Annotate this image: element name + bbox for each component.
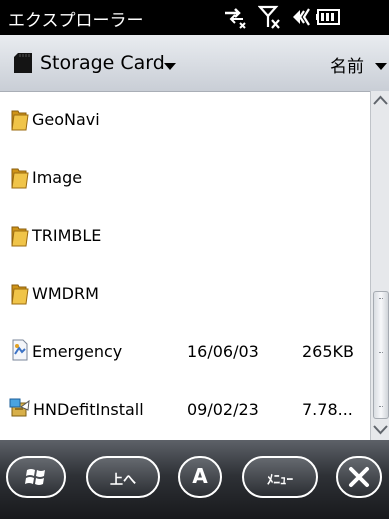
signal-off-icon <box>258 5 280 29</box>
file-list: GeoNavi Image TRIMBLE WMDRM Emergency 16… <box>0 91 370 440</box>
list-item[interactable]: TRIMBLE <box>0 207 370 265</box>
thumb-grip <box>379 406 383 408</box>
scroll-up-icon[interactable] <box>371 91 389 111</box>
file-date: 09/02/23 <box>187 400 259 419</box>
list-item[interactable]: HNDefitInstall 09/02/23 7.78... <box>0 381 370 439</box>
scroll-down-icon[interactable] <box>371 419 389 439</box>
sort-chevron-down-icon[interactable] <box>375 63 387 70</box>
location-dropdown[interactable]: Storage Card <box>40 52 165 74</box>
menu-button-label: ﾒﾆｭｰ <box>267 473 293 488</box>
menu-button[interactable]: ﾒﾆｭｰ <box>242 456 318 498</box>
folder-icon <box>11 284 29 305</box>
input-mode-button[interactable]: A <box>178 456 222 498</box>
folder-icon <box>11 226 29 247</box>
document-icon <box>12 339 28 361</box>
connectivity-icon <box>225 8 246 29</box>
soft-key-bar: 上へ A ﾒﾆｭｰ <box>0 440 389 519</box>
status-bar: エクスプローラー <box>0 0 389 35</box>
thumb-grip <box>379 298 383 300</box>
file-name: WMDRM <box>32 284 99 303</box>
file-size: 265KB <box>302 342 355 361</box>
list-item[interactable]: Emergency 16/06/03 265KB <box>0 323 370 381</box>
storage-card-icon <box>14 53 32 73</box>
close-icon <box>349 467 369 487</box>
app-title: エクスプローラー <box>8 11 144 31</box>
file-name: Image <box>32 168 83 187</box>
close-button[interactable] <box>336 456 382 498</box>
volume-icon <box>293 8 310 26</box>
list-item[interactable]: WMDRM <box>0 265 370 323</box>
file-name: HNDefitInstall <box>33 400 144 419</box>
list-item[interactable]: GeoNavi <box>0 91 370 149</box>
file-name: GeoNavi <box>32 110 100 129</box>
installer-icon <box>9 398 30 417</box>
file-name: Emergency <box>32 342 123 361</box>
sort-dropdown[interactable]: 名前 <box>330 52 364 77</box>
battery-icon <box>316 9 340 25</box>
location-header: Storage Card 名前 <box>0 35 389 92</box>
start-button[interactable] <box>6 456 66 498</box>
list-item[interactable]: Image <box>0 149 370 207</box>
folder-icon <box>11 110 29 131</box>
up-button-label: 上へ <box>109 473 136 488</box>
status-icons[interactable] <box>222 3 342 31</box>
folder-icon <box>11 168 29 189</box>
up-button[interactable]: 上へ <box>86 456 160 498</box>
scroll-thumb[interactable] <box>373 291 389 419</box>
file-size: 7.78... <box>302 400 353 419</box>
file-date: 16/06/03 <box>187 342 259 361</box>
vertical-scrollbar[interactable] <box>370 91 389 440</box>
chevron-down-icon[interactable] <box>164 63 176 70</box>
input-mode-label: A <box>192 464 208 488</box>
windows-logo-icon <box>25 469 45 485</box>
thumb-grip <box>379 352 383 354</box>
file-name: TRIMBLE <box>32 226 102 245</box>
